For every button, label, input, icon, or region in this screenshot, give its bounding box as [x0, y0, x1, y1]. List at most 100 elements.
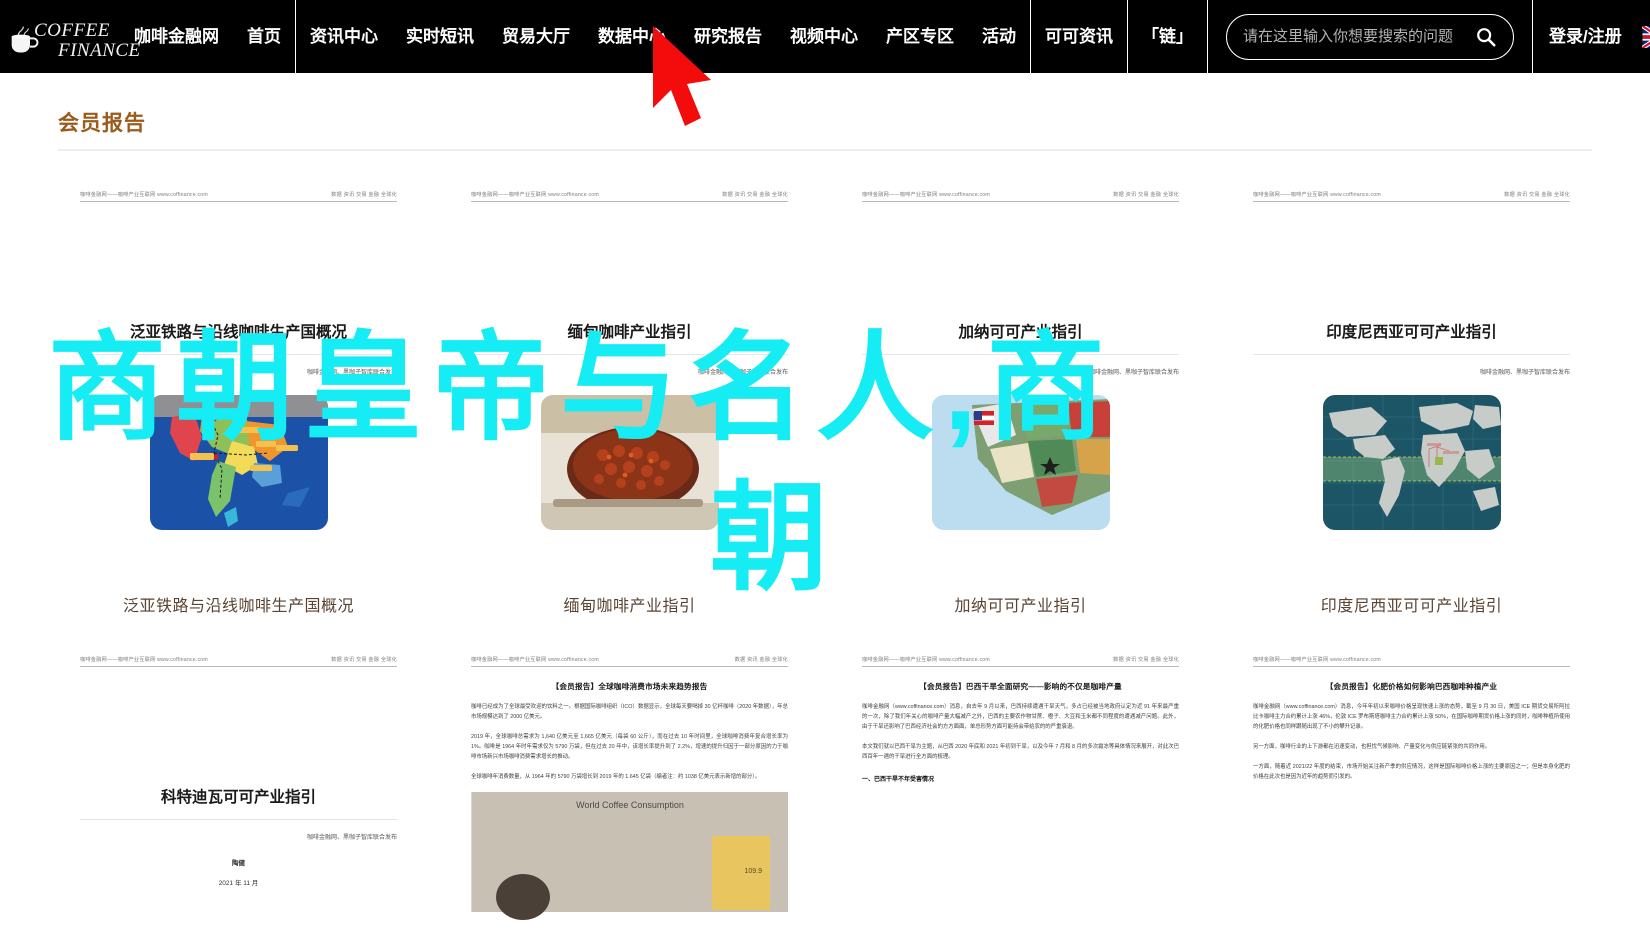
nav-item-video-center[interactable]: 视频中心 — [776, 0, 872, 73]
report-card[interactable]: 咖啡金融网——咖啡产业互联网 www.coffinance.com 数据 资讯 … — [449, 173, 810, 616]
nav-group-cocoa: 可可资讯 — [1031, 0, 1127, 73]
doc-header: 咖啡金融网——咖啡产业互联网 www.coffinance.com 数据 资讯 … — [862, 191, 1179, 202]
report-thumbnail[interactable]: 咖啡金融网——咖啡产业互联网 www.coffinance.com 数据 资讯 … — [840, 173, 1201, 578]
report-thumbnail[interactable]: 咖啡金融网——咖啡产业互联网 www.coffinance.com 数据 资讯 … — [58, 173, 419, 578]
doc-header-right: 数据 资讯 交易 金融 全球化 — [1504, 192, 1570, 198]
doc-paragraph: 2019 年，全球咖啡总需求为 1,640 亿美元至 1,665 亿美元（每袋 … — [471, 734, 788, 760]
doc-header-right: 数据 资讯 交易 金融 全球化 — [1113, 657, 1179, 663]
nav-item-data-center[interactable]: 数据中心 — [584, 0, 680, 73]
doc-header: 咖啡金融网——咖啡产业互联网 www.coffinance.com 数据 资讯 … — [471, 191, 788, 202]
doc-header: 咖啡金融网——咖啡产业互联网 www.coffinance.com 数据 资讯 … — [471, 656, 788, 667]
page-body: 会员报告 咖啡金融网——咖啡产业互联网 www.coffinance.com 数… — [0, 73, 1650, 942]
doc-subtitle: 咖啡金融网、黑咖子智库联合发布 — [1479, 370, 1570, 376]
doc-header-left: 咖啡金融网——咖啡产业互联网 www.coffinance.com — [1253, 192, 1381, 198]
nav-item-trade-hall[interactable]: 贸易大厅 — [488, 0, 584, 73]
doc-subtitle: 咖啡金融网、黑咖子智库联合发布 — [306, 835, 397, 841]
doc-header-right: 数据 资讯 金融 全球化 — [734, 657, 788, 663]
site-logo[interactable]: COFFEE FINANCE — [0, 0, 140, 73]
nav-item-realtime-news[interactable]: 实时短讯 — [392, 0, 488, 73]
nav-item-chain[interactable]: 「链」 — [1128, 0, 1207, 73]
doc-paragraph: 咖啡金融网（www.coffinance.com）消息，自去年 9 月以来，巴西… — [862, 704, 1179, 730]
nav-item-home[interactable]: 首页 — [233, 0, 295, 73]
union-jack-flag-icon[interactable] — [1641, 25, 1650, 48]
page-title: 会员报告 — [58, 112, 146, 135]
doc-paragraph: 全球咖啡年消费数量，从 1964 年的 5790 万袋增长到 2019 年的 1… — [471, 774, 761, 780]
doc-article-title: 【会员报告】巴西干旱全面研究——影响的不仅是咖啡产量 — [919, 682, 1122, 691]
report-card[interactable]: 咖啡金融网——咖啡产业互联网 www.coffinance.com 数据 资讯 … — [58, 638, 419, 942]
world-coffee-consumption-chart: World Coffee Consumption 109.9 — [471, 792, 788, 920]
report-card[interactable]: 咖啡金融网——咖啡产业互联网 www.coffinance.com 数据 资讯 … — [840, 638, 1201, 942]
nav-item-events[interactable]: 活动 — [968, 0, 1030, 73]
doc-author: 陶健 — [232, 860, 245, 867]
report-card[interactable]: 咖啡金融网——咖啡产业互联网 www.coffinance.com 数据 资讯 … — [58, 173, 419, 616]
doc-title: 泛亚铁路与沿线咖啡生产国概况 — [129, 324, 347, 341]
brand-wordmark: COFFEE FINANCE — [24, 19, 141, 62]
report-thumbnail[interactable]: 咖啡金融网——咖啡产业互联网 www.coffinance.com 数据 资讯 … — [58, 638, 419, 942]
nav-item-news-center[interactable]: 资讯中心 — [296, 0, 392, 73]
brand-line-1: COFFEE — [34, 19, 110, 41]
doc-header-left: 咖啡金融网——咖啡产业互联网 www.coffinance.com — [80, 657, 208, 663]
west-africa-flag-map-image — [931, 395, 1110, 530]
search-box[interactable] — [1226, 13, 1514, 60]
report-card[interactable]: 咖啡金融网——咖啡产业互联网 www.coffinance.com 数据 资讯 … — [1231, 173, 1592, 616]
coffee-cherries-photo-image — [540, 395, 719, 530]
doc-header-left: 咖啡金融网——咖啡产业互联网 www.coffinance.com — [862, 657, 990, 663]
search-container — [1208, 0, 1532, 73]
doc-title: 缅甸咖啡产业指引 — [567, 324, 692, 341]
document-preview: 咖啡金融网——咖啡产业互联网 www.coffinance.com 数据 资讯 … — [449, 638, 810, 942]
nav-item-cocoa-news[interactable]: 可可资讯 — [1031, 0, 1127, 73]
doc-paragraph: 一方面，随着近 2021/22 年度的结束，市场开始关注新产季的供应情况，这样是… — [1253, 764, 1570, 780]
doc-header: 咖啡金融网——咖啡产业互联网 www.coffinance.com 数据 资讯 … — [80, 191, 397, 202]
doc-article-title: 【会员报告】化肥价格如何影响巴西咖啡种植产业 — [1325, 682, 1498, 691]
doc-paragraph: 另一方面，咖啡行业的上下游都在迅速变动，也担忧气候影响、产量变化与供应链紧张的共… — [1253, 744, 1491, 750]
search-icon[interactable] — [1475, 26, 1497, 48]
doc-paragraph: 咖啡已经成为了全球最受欢迎的饮料之一。根据国际咖啡组织（ICO）数据显示，全球每… — [471, 704, 788, 720]
doc-paragraph: 咖啡金融网（www.coffinance.com）消息，今年年初以来咖啡价格呈现… — [1253, 704, 1570, 730]
report-thumbnail[interactable]: 咖啡金融网——咖啡产业互联网 www.coffinance.com 数据 资讯 … — [449, 638, 810, 942]
nav-item-research-reports[interactable]: 研究报告 — [680, 0, 776, 73]
chart-title: World Coffee Consumption — [576, 800, 684, 810]
report-thumbnail[interactable]: 咖啡金融网——咖啡产业互联网 www.coffinance.com 【会员报告】… — [1231, 638, 1592, 942]
doc-header-left: 咖啡金融网——咖啡产业互联网 www.coffinance.com — [471, 192, 599, 198]
nav-item-producing-regions[interactable]: 产区专区 — [872, 0, 968, 73]
doc-article-title: 【会员报告】全球咖啡消费市场未来趋势报告 — [551, 682, 708, 691]
report-grid-row-1: 咖啡金融网——咖啡产业互联网 www.coffinance.com 数据 资讯 … — [58, 151, 1592, 616]
doc-header: 咖啡金融网——咖啡产业互联网 www.coffinance.com — [1253, 656, 1570, 667]
report-caption[interactable]: 泛亚铁路与沿线咖啡生产国概况 — [123, 578, 354, 616]
coffee-bean-decoration — [496, 874, 550, 920]
nav-group-primary: 咖啡金融网 首页 — [120, 0, 295, 73]
doc-rule — [862, 354, 1179, 355]
report-card[interactable]: 咖啡金融网——咖啡产业互联网 www.coffinance.com 数据 资讯 … — [449, 638, 810, 942]
section-header: 会员报告 — [58, 73, 1592, 151]
doc-header-left: 咖啡金融网——咖啡产业互联网 www.coffinance.com — [80, 192, 208, 198]
doc-title: 科特迪瓦可可产业指引 — [160, 789, 316, 806]
doc-header: 咖啡金融网——咖啡产业互联网 www.coffinance.com 数据 资讯 … — [80, 656, 397, 667]
search-input[interactable] — [1243, 28, 1475, 45]
document-preview: 咖啡金融网——咖啡产业互联网 www.coffinance.com 【会员报告】… — [1231, 638, 1592, 942]
doc-title: 印度尼西亚可可产业指引 — [1326, 324, 1497, 341]
login-register-link[interactable]: 登录/注册 — [1533, 0, 1638, 73]
report-thumbnail[interactable]: 咖啡金融网——咖啡产业互联网 www.coffinance.com 数据 资讯 … — [840, 638, 1201, 942]
document-preview: 咖啡金融网——咖啡产业互联网 www.coffinance.com 数据 资讯 … — [58, 638, 419, 942]
doc-subtitle: 咖啡金融网、黑咖子智库联合发布 — [697, 370, 788, 376]
chart-value-label: 109.9 — [744, 868, 762, 875]
doc-rule — [1253, 354, 1570, 355]
doc-date: 2021 年 11 月 — [218, 880, 259, 887]
document-preview: 咖啡金融网——咖啡产业互联网 www.coffinance.com 数据 资讯 … — [840, 638, 1201, 942]
nav-group-secondary: 资讯中心 实时短讯 贸易大厅 数据中心 研究报告 视频中心 产区专区 活动 — [296, 0, 1030, 73]
doc-header-right: 数据 资讯 交易 金融 全球化 — [331, 192, 397, 198]
report-caption[interactable]: 印度尼西亚可可产业指引 — [1321, 578, 1503, 616]
report-thumbnail[interactable]: 咖啡金融网——咖啡产业互联网 www.coffinance.com 数据 资讯 … — [449, 173, 810, 578]
report-grid-row-2: 咖啡金融网——咖啡产业互联网 www.coffinance.com 数据 资讯 … — [58, 616, 1592, 942]
report-thumbnail[interactable]: 咖啡金融网——咖啡产业互联网 www.coffinance.com 数据 资讯 … — [1231, 173, 1592, 578]
nav-group-chain: 「链」 — [1128, 0, 1207, 73]
doc-rule — [80, 819, 397, 820]
report-card[interactable]: 咖啡金融网——咖啡产业互联网 www.coffinance.com 数据 资讯 … — [840, 173, 1201, 616]
doc-header: 咖啡金融网——咖啡产业互联网 www.coffinance.com 数据 资讯 … — [862, 656, 1179, 667]
report-caption[interactable]: 缅甸咖啡产业指引 — [563, 578, 695, 616]
report-caption[interactable]: 加纳可可产业指引 — [954, 578, 1086, 616]
doc-header-left: 咖啡金融网——咖啡产业互联网 www.coffinance.com — [471, 657, 599, 663]
bottom-crop-edge — [0, 930, 1650, 942]
top-navigation-bar: COFFEE FINANCE 咖啡金融网 首页 资讯中心 实时短讯 贸易大厅 数… — [0, 0, 1650, 73]
report-card[interactable]: 咖啡金融网——咖啡产业互联网 www.coffinance.com 【会员报告】… — [1231, 638, 1592, 942]
